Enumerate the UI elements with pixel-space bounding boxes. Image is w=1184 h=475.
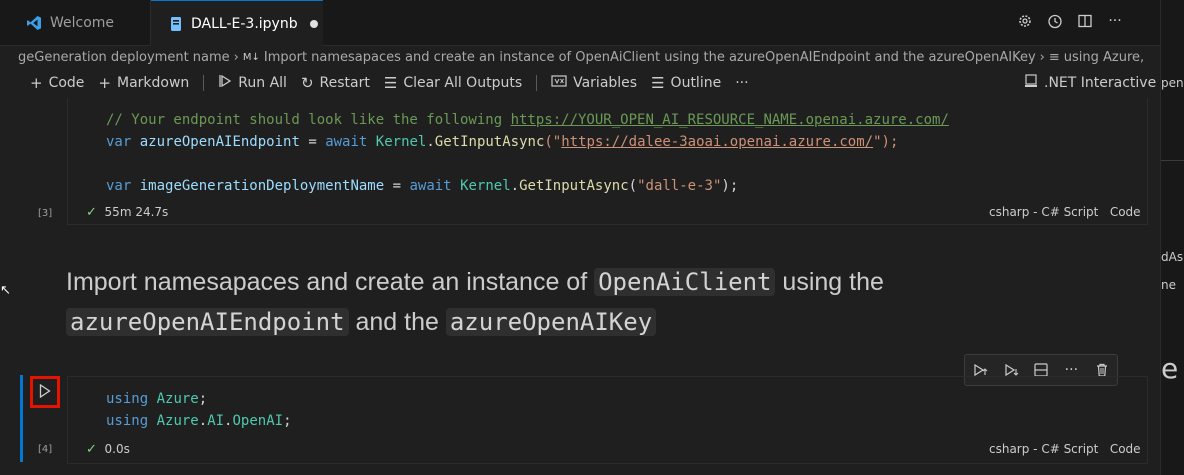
- add-markdown-button[interactable]: + Markdown: [98, 74, 189, 92]
- kernel-picker[interactable]: .NET Interactive: [1024, 74, 1156, 92]
- run-all-icon: [218, 74, 232, 92]
- notebook-toolbar: + Code + Markdown Run All ↻ Restart ☰ Clear …: [0, 70, 1160, 96]
- side-panel: pen dAs ne e: [1160, 0, 1184, 475]
- add-code-label: Code: [48, 75, 85, 91]
- add-code-button[interactable]: + Code: [30, 74, 84, 92]
- markdown-text: using the: [775, 268, 884, 296]
- list-icon: ☰: [651, 74, 665, 92]
- history-icon[interactable]: [1046, 12, 1064, 30]
- run-all-button[interactable]: Run All: [218, 74, 287, 92]
- clear-all-label: Clear All Outputs: [403, 75, 523, 91]
- kernel-icon: [1024, 74, 1038, 92]
- plus-icon: +: [98, 74, 111, 92]
- execution-duration: 55m 24.7s: [104, 205, 169, 219]
- chevron-right-icon: ›: [233, 49, 239, 65]
- cell-language[interactable]: csharp - C# Script Code: [989, 205, 1141, 219]
- vscode-logo-icon: [26, 15, 42, 31]
- tab-welcome[interactable]: Welcome: [0, 0, 151, 45]
- breadcrumb-item[interactable]: using Azure,: [1064, 50, 1144, 65]
- tab-label: Welcome: [50, 14, 115, 31]
- tab-label: DALL-E-3.ipynb: [191, 15, 298, 32]
- tab-dall-e-3-notebook[interactable]: DALL-E-3.ipynb: [151, 0, 323, 46]
- execution-count: [3]: [38, 208, 53, 219]
- markdown-icon: M↓: [242, 51, 260, 63]
- clear-all-outputs-button[interactable]: ☰ Clear All Outputs: [384, 74, 522, 92]
- inline-code: azureOpenAIEndpoint: [66, 308, 349, 336]
- toolbar-divider: [203, 75, 205, 91]
- run-all-label: Run All: [238, 75, 287, 91]
- code-line: // Your endpoint should look like the fo…: [106, 112, 949, 128]
- split-editor-icon[interactable]: [1076, 12, 1094, 30]
- toolbar-divider: [536, 75, 538, 91]
- inline-code: OpenAiClient: [594, 268, 776, 296]
- variables-icon: [551, 74, 567, 92]
- outline-label: Outline: [670, 75, 722, 91]
- code-lines-icon: ≡: [1048, 49, 1060, 65]
- plus-icon: +: [30, 74, 43, 92]
- execution-duration: 0.0s: [104, 442, 130, 456]
- cell-language[interactable]: csharp - C# Script Code: [989, 442, 1141, 456]
- markdown-text: Import namesapaces and create an instanc…: [66, 268, 595, 296]
- breadcrumb-item[interactable]: geGeneration deployment name: [18, 50, 230, 65]
- code-line: var imageGenerationDeploymentName = awai…: [106, 178, 739, 194]
- markdown-cell[interactable]: Import namesapaces and create an instanc…: [66, 262, 1066, 342]
- check-icon: ✓: [86, 442, 97, 457]
- inline-code: azureOpenAIKey: [445, 308, 657, 336]
- variables-label: Variables: [573, 75, 638, 91]
- code-cell-4[interactable]: using Azure; using Azure.AI.OpenAI; ✓ 0.…: [67, 376, 1148, 464]
- execution-status: ✓ 55m 24.7s: [86, 205, 168, 220]
- execution-status: ✓ 0.0s: [86, 442, 130, 457]
- notebook-icon: [169, 16, 183, 32]
- tab-bar: Welcome DALL-E-3.ipynb ···: [0, 0, 1160, 46]
- add-markdown-label: Markdown: [117, 75, 190, 91]
- side-panel-text: ne: [1161, 278, 1176, 292]
- more-toolbar-button[interactable]: ···: [735, 75, 748, 91]
- check-icon: ✓: [86, 205, 97, 220]
- breadcrumb: geGeneration deployment name › M↓ Import…: [0, 46, 1160, 68]
- restart-label: Restart: [319, 75, 370, 91]
- gear-icon[interactable]: [1016, 12, 1034, 30]
- side-panel-text: dAs: [1161, 250, 1184, 264]
- restart-icon: ↻: [300, 74, 314, 92]
- code-line: var azureOpenAIEndpoint = await Kernel.G…: [106, 134, 899, 150]
- play-icon: [39, 383, 51, 402]
- unsaved-dot-icon[interactable]: [309, 19, 318, 28]
- breadcrumb-item[interactable]: Import namesapaces and create an instanc…: [264, 50, 1036, 65]
- code-cell-3[interactable]: // Your endpoint should look like the fo…: [67, 98, 1148, 225]
- side-panel-text: pen: [1161, 76, 1184, 90]
- chevron-right-icon: ›: [1039, 49, 1045, 65]
- mouse-cursor-icon: ↖: [0, 283, 11, 298]
- restart-button[interactable]: ↻ Restart: [301, 74, 370, 92]
- side-panel-text: e: [1161, 352, 1179, 385]
- variables-button[interactable]: Variables: [551, 74, 637, 92]
- editor-actions: ···: [1016, 12, 1124, 30]
- code-line: using Azure;: [106, 391, 208, 407]
- clear-all-icon: ☰: [383, 74, 398, 92]
- outline-button[interactable]: ☰ Outline: [651, 74, 721, 92]
- kernel-label: .NET Interactive: [1044, 75, 1157, 91]
- more-label: ···: [735, 75, 749, 91]
- divider: [1161, 160, 1184, 161]
- code-line: using Azure.AI.OpenAI;: [106, 413, 292, 429]
- run-cell-button[interactable]: [30, 376, 60, 408]
- markdown-text: and the: [348, 308, 446, 336]
- selected-cell-indicator: [20, 375, 23, 462]
- execution-count: [4]: [38, 444, 53, 455]
- more-actions-icon[interactable]: ···: [1106, 12, 1124, 30]
